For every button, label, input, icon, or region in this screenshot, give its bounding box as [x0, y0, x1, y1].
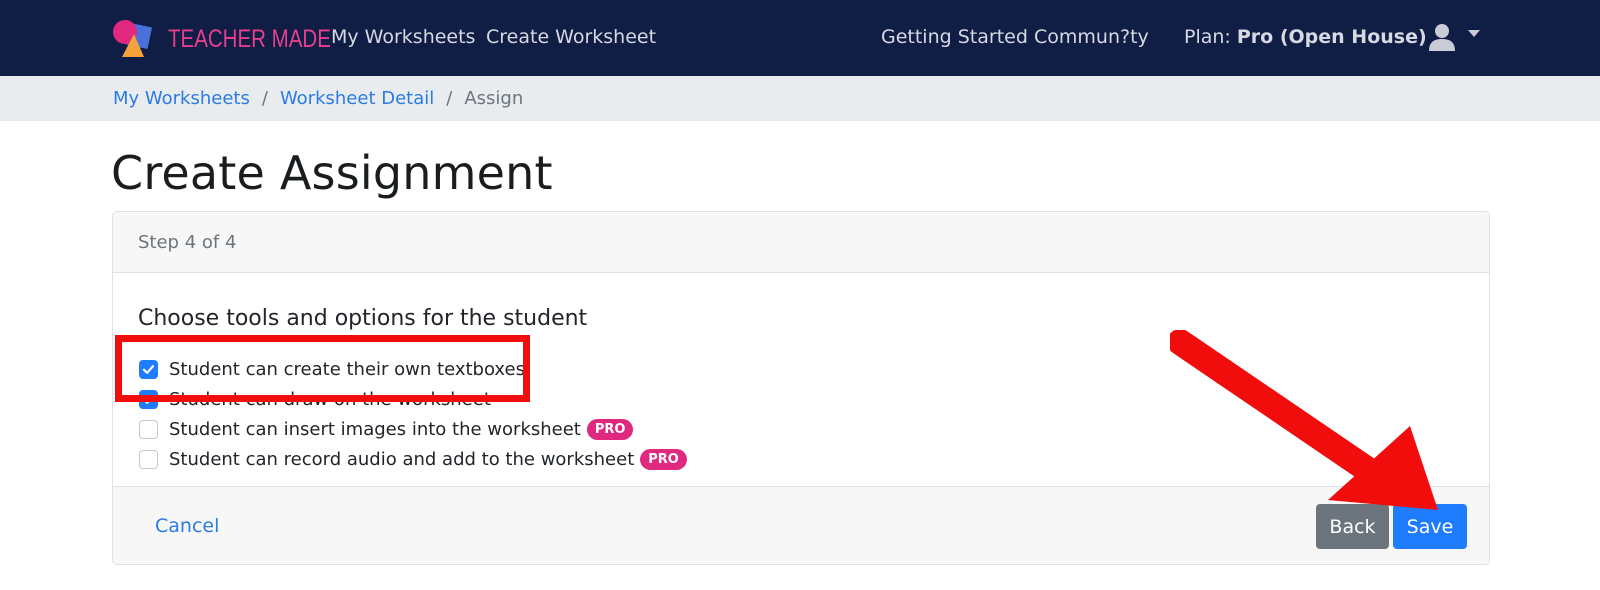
nav-create-worksheet[interactable]: Create Worksheet [486, 26, 656, 48]
breadcrumb: My Worksheets / Worksheet Detail / Assig… [113, 88, 523, 109]
nav-my-worksheets[interactable]: My Worksheets [331, 26, 475, 48]
option-insert-images[interactable]: Student can insert images into the works… [139, 417, 634, 441]
card-header: Step 4 of 4 [113, 212, 1489, 273]
breadcrumb-bar: My Worksheets / Worksheet Detail / Assig… [0, 76, 1600, 121]
pro-badge: PRO [586, 418, 634, 440]
brand-logo[interactable]: TEACHER MADE [112, 18, 367, 60]
breadcrumb-separator: / [261, 88, 268, 109]
checkbox-insert-images[interactable] [139, 419, 158, 439]
option-label: Student can record audio and add to the … [169, 448, 635, 470]
page-title: Create Assignment [111, 146, 553, 200]
option-label: Student can insert images into the works… [169, 418, 581, 440]
chevron-down-icon [1468, 29, 1480, 37]
user-icon [1429, 24, 1455, 51]
option-record-audio[interactable]: Student can record audio and add to the … [139, 447, 687, 471]
cancel-button[interactable]: Cancel [155, 515, 219, 537]
options-title: Choose tools and options for the student [138, 306, 588, 331]
plan-prefix: Plan: [1184, 26, 1231, 48]
annotation-arrow-icon [1170, 330, 1438, 510]
breadcrumb-worksheet-detail[interactable]: Worksheet Detail [280, 88, 434, 109]
breadcrumb-my-worksheets[interactable]: My Worksheets [113, 88, 250, 109]
nav-community[interactable]: Commun?ty [1034, 26, 1149, 48]
pro-badge: PRO [640, 448, 687, 470]
nav-plan[interactable]: Plan: Pro (Open House) [1184, 26, 1427, 48]
plan-name: Pro (Open House) [1236, 26, 1427, 48]
step-indicator: Step 4 of 4 [138, 232, 237, 253]
nav-getting-started[interactable]: Getting Started [881, 26, 1028, 48]
annotation-highlight-box [115, 335, 530, 402]
brand-name: TEACHER MADE [168, 24, 331, 53]
user-menu-dropdown[interactable] [1428, 22, 1484, 54]
top-navbar: TEACHER MADE My Worksheets Create Worksh… [0, 0, 1600, 76]
breadcrumb-assign: Assign [464, 88, 524, 109]
breadcrumb-separator: / [446, 88, 453, 109]
teacher-made-logo-icon [113, 20, 153, 57]
checkbox-record-audio[interactable] [139, 449, 158, 469]
